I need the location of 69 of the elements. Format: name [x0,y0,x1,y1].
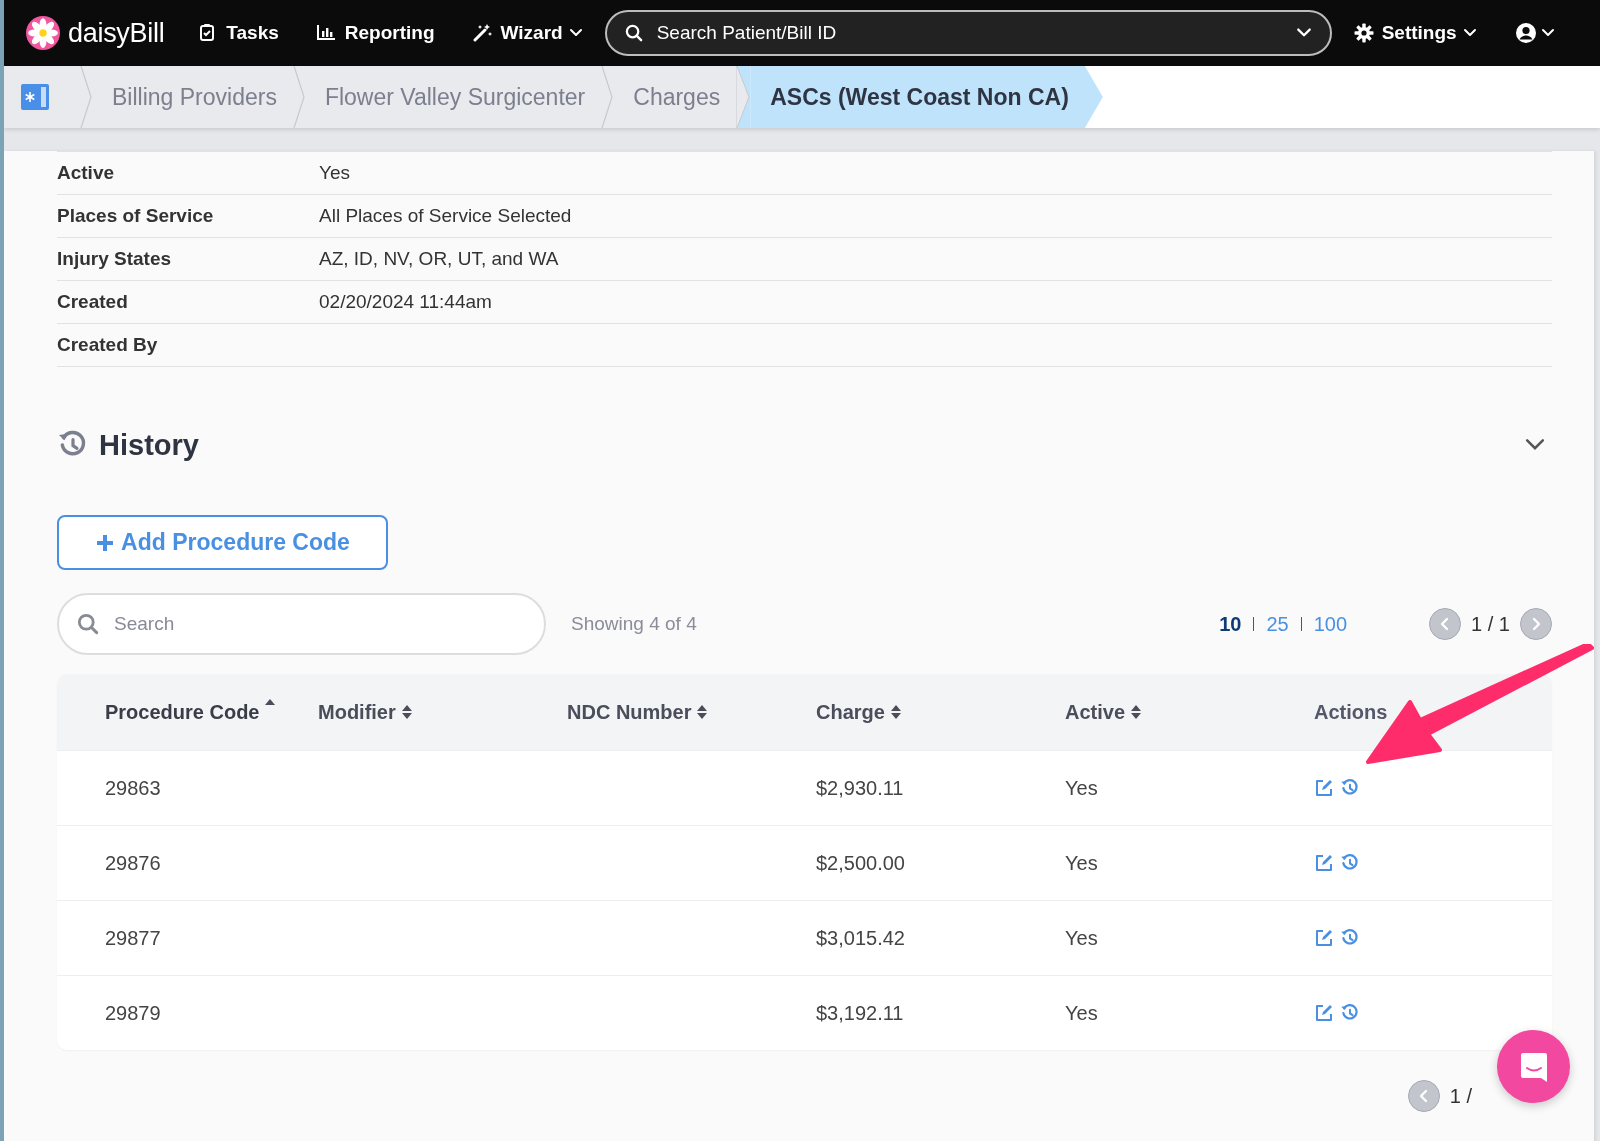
detail-label: Injury States [57,248,173,270]
table-cell: Yes [1065,851,1098,874]
nav-menu-item[interactable]: Wizard [472,22,583,44]
edit-icon[interactable] [1314,1003,1334,1023]
chevron-right-icon [1530,617,1542,631]
column-header[interactable]: Procedure Code [105,700,260,724]
table-cell: $2,500.00 [816,851,905,874]
chevron-left-icon [1417,1089,1430,1103]
detail-value: Yes [319,162,350,184]
next-page-button[interactable] [1520,608,1552,640]
user-avatar-icon [1514,22,1537,44]
edit-icon[interactable] [1314,853,1334,873]
column-header[interactable]: Active [1065,700,1126,724]
section-title: History [99,428,200,462]
sort-icon[interactable] [1130,704,1143,720]
page-size-link[interactable]: 10 [1219,612,1242,636]
history-icon[interactable] [1340,853,1360,873]
nav-menu-item[interactable]: Reporting [316,22,435,44]
table-cell: 29863 [105,776,161,799]
breadcrumb-separator [736,66,751,128]
table-cell: Yes [1065,926,1098,949]
user-menu[interactable] [1514,22,1555,44]
detail-label: Active [57,162,116,184]
previous-page-button[interactable] [1429,608,1462,640]
breadcrumb-item[interactable]: ASCs (West Coast Non CA) [750,66,1103,128]
column-header: Actions [1314,700,1388,724]
sort-icon[interactable] [400,704,413,720]
history-icon[interactable] [1340,778,1360,798]
edit-icon[interactable] [1314,928,1334,948]
column-header[interactable]: Modifier [318,700,396,724]
search-icon [77,613,99,635]
table-cell: 29879 [105,1001,161,1024]
results-count: Showing 4 of 4 [571,613,698,635]
page-indicator: 1 / [1449,1084,1472,1108]
logo-text: daisyBill [68,17,165,49]
detail-value: AZ, ID, NV, OR, UT, and WA [319,248,559,270]
search-icon [624,24,643,42]
page-indicator: 1 / 1 [1471,612,1510,636]
history-icon[interactable] [1340,928,1360,948]
column-header[interactable]: NDC Number [567,700,692,724]
magic-wand-icon [472,23,493,43]
daisy-logo-icon [26,16,60,50]
detail-value: 02/20/2024 11:44am [319,291,492,313]
sort-icon[interactable] [889,704,902,720]
table-cell: 29877 [105,926,161,949]
table-cell: $3,015.42 [816,926,905,949]
table-cell: $2,930.11 [816,776,904,799]
bar-chart-icon [316,23,337,43]
table-cell: Yes [1065,776,1098,799]
search-field[interactable]: Search Patient/Bill ID [604,10,1332,56]
detail-label: Created [57,291,129,313]
history-icon[interactable] [1340,1003,1360,1023]
document-icon[interactable] [20,82,50,112]
gear-icon [1353,23,1374,43]
nav-menu-item[interactable]: Tasks [198,22,279,44]
plus-icon [95,532,116,553]
detail-label: Places of Service [57,205,215,227]
previous-page-button[interactable] [1407,1080,1440,1112]
chat-bubble-icon [1518,1050,1549,1083]
table-cell: 29876 [105,851,161,874]
settings-menu[interactable]: Settings [1353,22,1477,44]
edit-icon[interactable] [1314,778,1334,798]
sort-icon[interactable] [696,704,709,720]
table-cell: $3,192.11 [816,1001,904,1024]
column-header[interactable]: Charge [816,700,885,724]
detail-label: Created By [57,334,159,356]
search-field[interactable]: Search [57,593,546,655]
table-cell: Yes [1065,1001,1098,1024]
detail-value: All Places of Service Selected [319,205,572,227]
